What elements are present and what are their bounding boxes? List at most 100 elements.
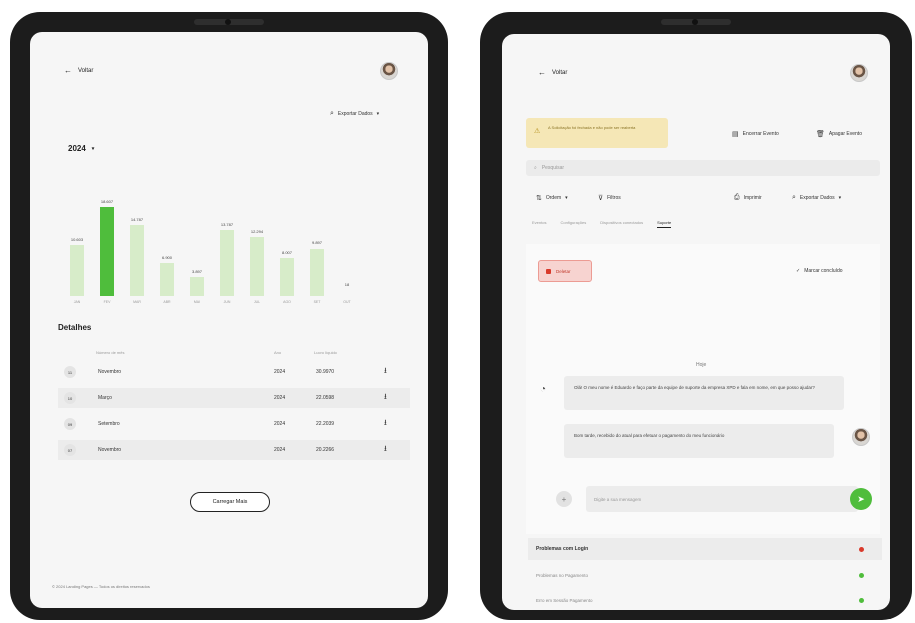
mark-done-button[interactable]: ✓ Marcar concluído	[796, 268, 843, 274]
close-event-button[interactable]: ▤ Encerrar Evento	[732, 130, 779, 138]
chart-bar[interactable]	[220, 229, 234, 296]
warning-banner: ⚠ A Solicitação foi fechada e não pode s…	[526, 118, 668, 148]
tab-events[interactable]: Eventos	[532, 220, 546, 228]
camera	[194, 19, 264, 25]
monthly-bar-chart: 10.603 JAN 18.607 FEV 14.787 MAR 6.900 ABR 3.897…	[66, 158, 410, 304]
back-button[interactable]: ← Voltar	[538, 68, 567, 77]
chart-bar[interactable]	[250, 237, 264, 296]
x-tick-label: JUN	[223, 300, 231, 304]
details-table: 11 Novembro 2024 30.9970 ⭳ 10 Março 2024 22.0598…	[58, 362, 410, 472]
download-icon[interactable]: ⭳	[384, 417, 387, 431]
right-tablet: ← Voltar ⚠ A Solicitação foi fechada e n…	[480, 12, 912, 620]
sort-button[interactable]: ⇅ Ordem ▾	[536, 194, 568, 202]
tab-support[interactable]: Suporte	[657, 220, 672, 228]
bar-value-label: 10.603	[70, 237, 84, 243]
row-value: 22.2039	[316, 421, 335, 427]
chart-bar[interactable]	[340, 290, 354, 296]
row-value: 22.0598	[316, 395, 335, 401]
x-tick-label: AGO	[283, 300, 291, 304]
footer-text: © 2024 Landing Pages — Todos os direitos…	[52, 584, 150, 589]
chart-bar[interactable]	[190, 277, 204, 296]
delete-event-button[interactable]: 🗑 Apagar Evento	[816, 130, 862, 138]
issue-label: Problemas no Pagamento	[536, 572, 589, 578]
th-month[interactable]: Número de mês	[96, 350, 124, 355]
download-icon[interactable]: ⭳	[384, 391, 387, 405]
mark-icon: ▤	[732, 131, 739, 138]
arrow-left-icon: ←	[64, 66, 72, 75]
sort-label: Ordem	[545, 195, 562, 201]
table-row[interactable]: 09 Setembro 2024 22.2039 ⭳	[58, 414, 410, 434]
delete-event-label: Apagar Evento	[828, 131, 862, 137]
issue-row[interactable]: Problemas no Pagamento	[528, 564, 882, 586]
download-icon[interactable]: ⭳	[384, 365, 387, 379]
chart-bar[interactable]	[130, 225, 144, 296]
th-value[interactable]: Lucro líquido	[314, 350, 337, 355]
delete-label: Deletar	[556, 268, 571, 274]
issue-row[interactable]: Problemas com Login	[528, 538, 882, 560]
chart-bar[interactable]	[310, 248, 324, 296]
bar-value-label: 8.007	[281, 249, 292, 255]
x-tick-label: MAI	[193, 300, 201, 304]
row-value: 30.9970	[316, 369, 335, 375]
table-row[interactable]: 07 Novembro 2024 20.2266 ⭳	[58, 440, 410, 460]
th-year[interactable]: Ano	[274, 350, 281, 355]
delete-button[interactable]: Deletar	[538, 260, 592, 282]
add-attachment-button[interactable]: +	[556, 491, 572, 507]
bar-value-label: 12.294	[250, 228, 264, 234]
avatar	[852, 428, 870, 446]
avatar[interactable]	[850, 64, 868, 82]
chevron-down-icon: ▾	[565, 195, 568, 201]
load-more-button[interactable]: Carregar Mais	[190, 492, 270, 512]
row-month: Março	[98, 395, 112, 401]
table-row[interactable]: 11 Novembro 2024 30.9970 ⭳	[58, 362, 410, 382]
plus-icon: +	[561, 494, 567, 504]
search-icon: ⌕	[330, 110, 334, 117]
chart-bar[interactable]	[100, 206, 114, 296]
send-icon: ➤	[857, 493, 865, 504]
search-input[interactable]: ⌕ Pesquisar	[526, 160, 880, 176]
chevron-down-icon: ▾	[376, 111, 380, 117]
avatar[interactable]	[380, 62, 398, 80]
bar-value-label: 18	[344, 282, 350, 287]
status-dot-green	[859, 597, 864, 603]
issue-row[interactable]: Erro em Sessão Pagamento	[528, 589, 882, 610]
delete-icon	[546, 268, 551, 274]
printer-icon: ⎙	[734, 194, 740, 201]
sort-icon: ⇅	[536, 195, 542, 202]
search-placeholder: Pesquisar	[541, 165, 565, 171]
export-button[interactable]: ⌕ Exportar Dados ▾	[792, 194, 841, 202]
year-select[interactable]: 2024 ▾	[68, 144, 94, 153]
search-icon: ⌕	[792, 194, 796, 201]
print-button[interactable]: ⎙ Imprimir	[734, 194, 762, 202]
row-number: 10	[64, 392, 76, 404]
tab-devices[interactable]: Dispositivos conectados	[600, 220, 643, 228]
chart-bar[interactable]	[280, 257, 294, 296]
chevron-down-icon: ▾	[91, 145, 95, 152]
row-month: Novembro	[98, 447, 122, 453]
check-icon: ✓	[796, 268, 801, 274]
bar-value-label: 6.900	[161, 254, 172, 260]
send-button[interactable]: ➤	[850, 488, 872, 510]
search-icon: ⌕	[534, 165, 537, 171]
warning-text: A Solicitação foi fechada e não pode ser…	[548, 125, 636, 130]
arrow-left-icon: ←	[538, 68, 546, 77]
x-tick-label: JUL	[253, 300, 261, 304]
export-button[interactable]: ⌕ Exportar Dados ▾	[330, 110, 379, 118]
bar-value-label: 18.607	[100, 198, 114, 204]
left-screen: ← Voltar ⌕ Exportar Dados ▾ 2024 ▾ 10.60…	[30, 32, 428, 608]
x-tick-label: ABR	[163, 300, 171, 304]
bar-value-label: 14.787	[130, 217, 144, 223]
filter-icon: ⊽	[598, 195, 604, 202]
download-icon[interactable]: ⭳	[384, 443, 387, 457]
back-label: Voltar	[552, 69, 568, 76]
filter-button[interactable]: ⊽ Filtros	[598, 194, 621, 202]
table-row[interactable]: 10 Março 2024 22.0598 ⭳	[58, 388, 410, 408]
message-input[interactable]: Digite a sua mensagem	[586, 486, 858, 512]
close-event-label: Encerrar Evento	[742, 131, 779, 137]
chart-bar[interactable]	[70, 245, 84, 296]
tab-settings[interactable]: Configurações	[560, 220, 586, 228]
back-button[interactable]: ← Voltar	[64, 66, 93, 75]
row-number: 07	[64, 444, 76, 456]
row-year: 2024	[274, 421, 286, 427]
chart-bar[interactable]	[160, 262, 174, 296]
